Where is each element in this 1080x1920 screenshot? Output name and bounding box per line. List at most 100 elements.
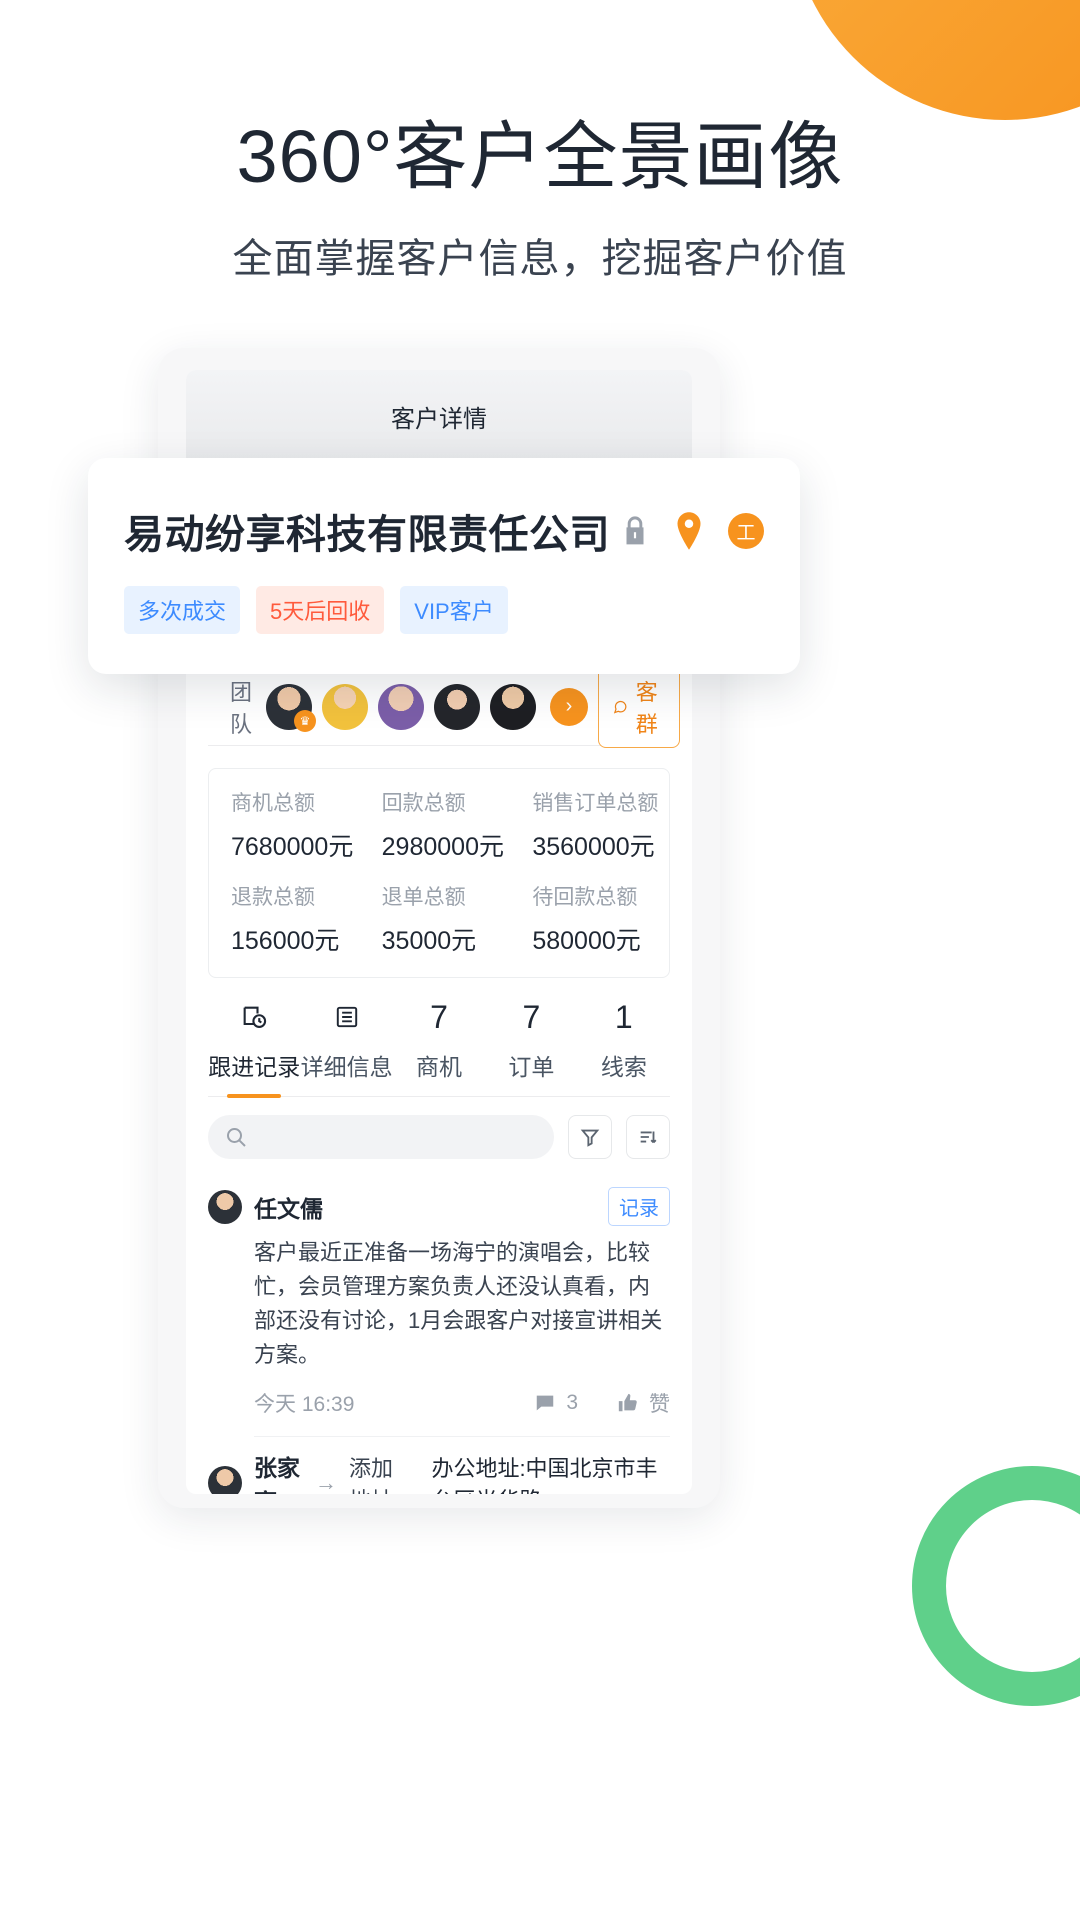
decorative-orange-circle [790,0,1080,120]
company-tag-list: 多次成交 5天后回收 VIP客户 [124,586,764,634]
feed-timestamp: 今天 16:39 [254,1393,355,1417]
comment-count: 3 [566,1391,578,1415]
avatar[interactable] [208,1466,242,1494]
stat-item: 退款总额 156000元 [213,881,364,957]
tab-orders[interactable]: 7 订单 [485,996,577,1096]
tab-label: 订单 [508,1054,555,1080]
tab-count-slot: 1 [578,996,670,1038]
status-badge[interactable]: 5天后回收 [256,586,385,634]
stat-item: 退单总额 35000元 [364,881,515,957]
tab-count-slot: 7 [485,996,577,1038]
chevron-right-icon[interactable]: › [550,687,589,726]
tab-label: 跟进记录 [208,1054,301,1080]
stat-label: 退单总额 [381,886,466,909]
stats-card: 商机总额 7680000元 回款总额 2980000元 销售订单总额 35600… [208,768,670,978]
stat-value: 580000元 [532,927,641,955]
promo-headline: 360°客户全景画像 [236,115,844,198]
team-row: 团队 ♛ › 客群 [208,665,681,748]
stat-label: 退款总额 [231,886,315,909]
tab-count: 7 [522,998,541,1035]
status-badge: 记录 [608,1187,670,1226]
thumbs-up-icon [618,1394,637,1412]
tab-detail-info[interactable]: 详细信息 [300,996,393,1096]
feed-item[interactable]: 张家豪 → 添加地址 办公地址:中国北京市丰台区光华路 昨天 16:39 [208,1437,670,1494]
decorative-green-ring [912,1466,1080,1706]
sort-icon [640,1131,657,1144]
stat-label: 回款总额 [381,792,466,815]
company-summary-card: 易动纷享科技有限责任公司 工 多次成交 5天后回收 VIP客户 [88,458,800,674]
tab-count: 1 [614,998,633,1035]
stat-item: 回款总额 2980000元 [364,787,515,863]
tab-icon-slot [208,996,300,1038]
avatar[interactable] [208,1189,242,1224]
avatar[interactable] [378,683,425,730]
promo-header: 360°客户全景画像 全面掌握客户信息，挖掘客户价值 [0,118,1080,284]
customer-group-button[interactable]: 客群 [598,665,681,748]
tab-count: 7 [430,998,448,1035]
customer-group-label: 客群 [635,679,658,737]
lock-icon[interactable] [620,514,650,548]
stat-label: 待回款总额 [532,886,638,909]
like-button[interactable]: 赞 [616,1388,670,1418]
comment-icon [537,1396,554,1411]
stat-item: 销售订单总额 3560000元 [514,787,665,863]
tab-count-slot: 7 [393,996,485,1038]
tab-label: 商机 [416,1054,463,1080]
filter-button[interactable] [568,1115,612,1159]
comment-button[interactable]: 3 [533,1391,578,1415]
location-pin-icon[interactable] [674,512,704,550]
stats-grid: 商机总额 7680000元 回款总额 2980000元 销售订单总额 35600… [213,787,665,957]
activity-feed: 任文儒 记录 客户最近正准备一场海宁的演唱会，比较忙，会员管理方案负责人还没认真… [186,1169,692,1494]
stat-label: 销售订单总额 [532,792,659,815]
stat-label: 商机总额 [231,792,315,815]
feed-footer: 今天 16:39 3 赞 [254,1388,670,1438]
stat-item: 商机总额 7680000元 [213,787,364,863]
search-row [186,1097,692,1169]
stat-value: 7680000元 [231,833,354,861]
avatar[interactable] [434,683,481,730]
promo-subheadline: 全面掌握客户信息，挖掘客户价值 [232,236,848,281]
stat-item: 待回款总额 580000元 [514,881,665,957]
feed-detail: 办公地址:中国北京市丰台区光华路 [431,1456,658,1494]
feed-header: 张家豪 → 添加地址 办公地址:中国北京市丰台区光华路 [208,1449,670,1494]
company-name: 易动纷享科技有限责任公司 [124,513,610,557]
tab-opportunities[interactable]: 7 商机 [393,996,485,1096]
feed-header: 任文儒 记录 [208,1187,670,1226]
filter-icon [580,1129,600,1147]
chat-bubble-icon [613,700,627,713]
nav-bar: 客户详情 [186,370,692,462]
tab-bar: 跟进记录 详细信息 7 商机 7 订单 1 线索 [208,996,670,1097]
avatar[interactable] [490,683,537,730]
arrow-glyph: → [314,1470,337,1494]
stat-value: 2980000元 [381,833,504,861]
avatar[interactable]: ♛ [266,683,317,732]
status-badge[interactable]: 多次成交 [124,586,241,634]
team-label: 团队 [230,679,253,737]
feed-body: 客户最近正准备一场海宁的演唱会，比较忙，会员管理方案负责人还没认真看，内部还没有… [254,1240,663,1368]
company-icon-group: 工 [620,512,764,550]
clock-document-icon [243,1006,267,1028]
feed-item[interactable]: 任文儒 记录 客户最近正准备一场海宁的演唱会，比较忙，会员管理方案负责人还没认真… [208,1175,670,1438]
list-icon [336,1006,357,1028]
stat-value: 3560000元 [532,833,655,861]
page-title: 客户详情 [391,405,487,433]
tab-follow-records[interactable]: 跟进记录 [208,996,300,1096]
tab-label: 线索 [600,1054,647,1080]
stat-value: 156000元 [231,927,340,955]
search-input[interactable] [208,1115,554,1159]
company-header-row: 易动纷享科技有限责任公司 工 [124,502,764,560]
search-icon [227,1128,246,1147]
stat-value: 35000元 [381,927,477,955]
sort-button[interactable] [626,1115,670,1159]
tab-icon-slot [300,996,392,1038]
avatar[interactable] [322,683,369,730]
crown-icon: ♛ [294,709,317,732]
status-badge[interactable]: VIP客户 [400,586,508,634]
tab-leads[interactable]: 1 线索 [578,996,670,1096]
industry-badge-icon[interactable]: 工 [728,513,764,549]
like-label: 赞 [649,1393,670,1417]
feed-actions: 3 赞 [533,1388,670,1418]
feed-author: 任文儒 [254,1195,323,1222]
tab-label: 详细信息 [300,1054,393,1080]
feed-action-label: 添加地址 [348,1456,393,1494]
